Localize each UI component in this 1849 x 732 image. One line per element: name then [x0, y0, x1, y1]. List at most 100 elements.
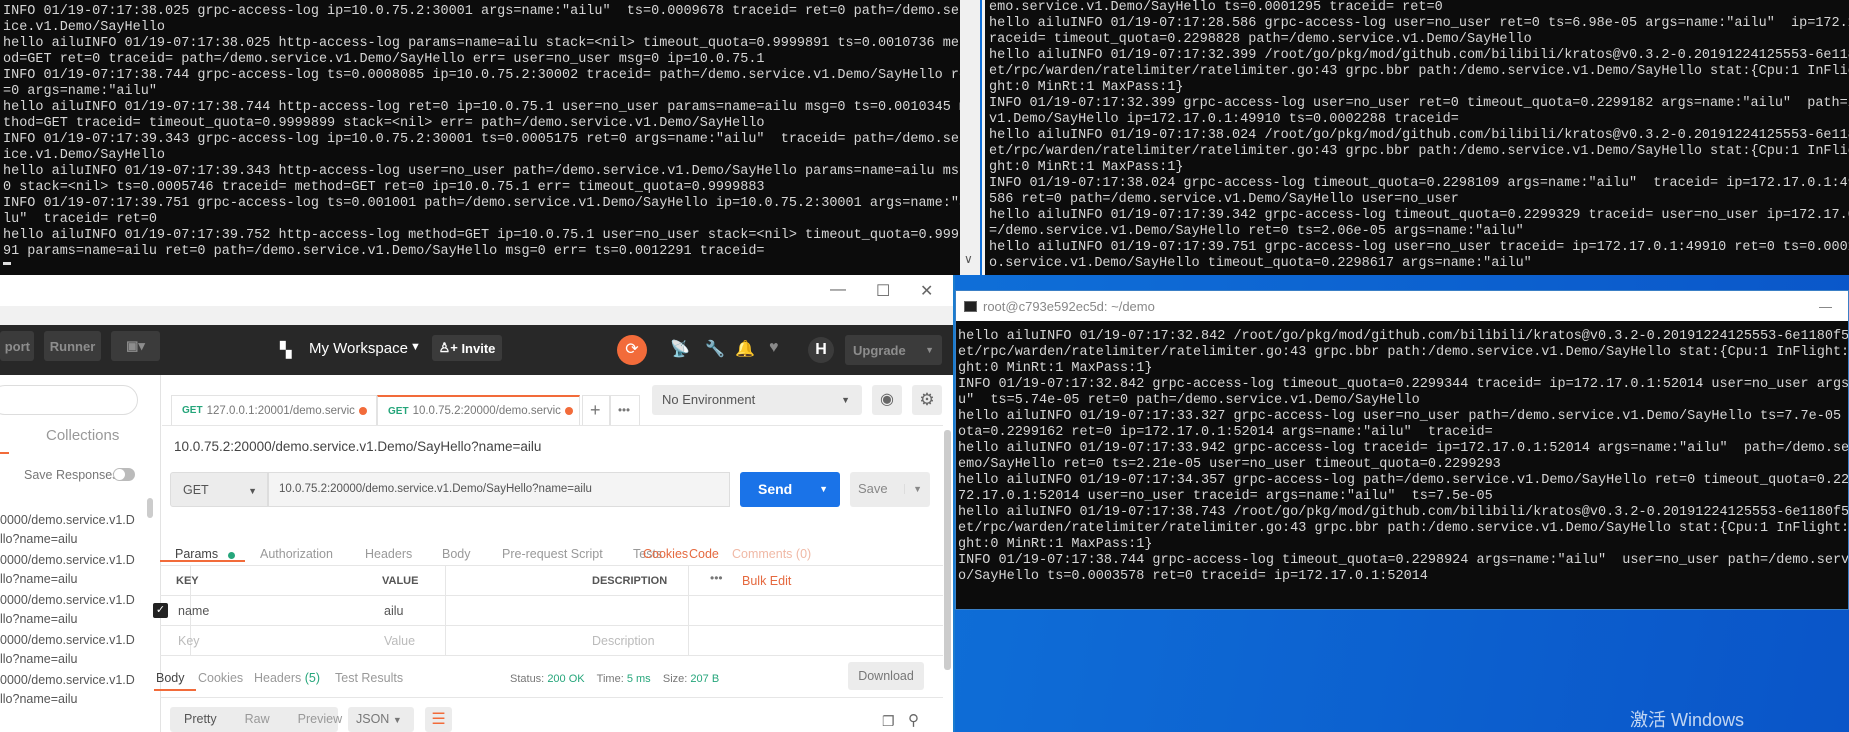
scroll-down-icon[interactable]: ∨	[964, 252, 973, 266]
terminal-line: INFO 01/19-07:17:38.025 grpc-access-log …	[3, 4, 976, 19]
bell-icon[interactable]: 🔔	[735, 339, 755, 359]
menu-bar	[0, 306, 953, 325]
save-responses-label: Save Responses	[24, 468, 119, 482]
history-item[interactable]: 0000/demo.service.v1.D llo?name=ailu	[0, 631, 135, 669]
sync-icon[interactable]: ⟳	[617, 335, 647, 365]
code-link[interactable]: Code	[689, 547, 719, 561]
format-value: JSON	[356, 712, 390, 726]
minimize-icon[interactable]: —	[1819, 299, 1832, 314]
new-button[interactable]: ▣▾	[111, 331, 160, 361]
terminal-line: v1.Demo/SayHello ip=172.17.0.1:49910 ts=…	[989, 112, 1459, 127]
new-description-input[interactable]: Description	[592, 634, 655, 648]
history-item[interactable]: 0000/demo.service.v1.D llo?name=ailu	[0, 551, 135, 589]
request-title: 10.0.75.2:20000/demo.service.v1.Demo/Say…	[174, 439, 542, 454]
copy-icon[interactable]: ❐	[882, 713, 895, 730]
terminal-scrollbar[interactable]: ∨	[960, 0, 980, 275]
param-value[interactable]: ailu	[384, 604, 403, 618]
request-tab-2[interactable]: GET 10.0.75.2:20000/demo.servic	[377, 395, 580, 425]
new-tab-button[interactable]: +	[582, 395, 610, 425]
headers-count: (5)	[304, 671, 321, 685]
chevron-down-icon: ▼	[841, 395, 850, 405]
history-item-line: 0000/demo.service.v1.D	[0, 673, 135, 687]
terminal-line: ght:0 MinRt:1 MaxPass:1}	[989, 160, 1184, 175]
resp-tab-body[interactable]: Body	[156, 671, 185, 685]
chevron-down-icon: ▼	[392, 715, 402, 725]
method-select[interactable]: GET ▼	[170, 472, 268, 507]
tab-collections[interactable]: Collections	[46, 427, 119, 444]
heart-icon[interactable]: ♥	[769, 339, 779, 357]
wrap-lines-icon[interactable]: ☰	[425, 707, 452, 732]
save-responses-toggle[interactable]	[113, 468, 135, 481]
terminal-title-bar[interactable]: root@c793e592ec5d: ~/demo —	[956, 291, 1848, 321]
history-item[interactable]: 0000/demo.service.v1.D llo?name=ailu	[0, 671, 135, 709]
avatar[interactable]: H	[808, 337, 834, 363]
import-button[interactable]: port	[0, 331, 34, 361]
search-icon[interactable]: ⚲	[908, 711, 919, 729]
history-item-line: 0000/demo.service.v1.D	[0, 633, 135, 647]
send-button[interactable]: Send ▼	[740, 472, 840, 507]
terminal-line: ght:0 MinRt:1 MaxPass:1}	[989, 80, 1184, 95]
wrench-icon[interactable]: 🔧	[705, 339, 725, 359]
cookies-link[interactable]: Cookies	[643, 547, 688, 561]
req-tab[interactable]: Headers	[365, 547, 412, 561]
status-label: Status:	[510, 673, 545, 685]
eye-icon[interactable]: ◉	[872, 385, 902, 415]
gear-icon[interactable]: ⚙	[912, 385, 942, 415]
satellite-icon[interactable]: 📡	[670, 339, 690, 359]
body-tab-underline	[154, 689, 196, 691]
terminal-line: thod=GET traceid= timeout_quota=0.999989…	[3, 116, 765, 131]
workspace-selector[interactable]: My Workspace	[309, 340, 408, 357]
resp-tab-cookies[interactable]: Cookies	[198, 671, 243, 685]
chevron-down-icon[interactable]: ▼	[410, 341, 421, 353]
req-tab[interactable]: Authorization	[260, 547, 333, 561]
upgrade-button[interactable]: Upgrade ▼	[845, 335, 942, 365]
download-button[interactable]: Download	[848, 662, 924, 690]
main-scrollbar[interactable]	[944, 430, 951, 670]
runner-button[interactable]: Runner	[44, 331, 101, 361]
minimize-button[interactable]: —	[830, 281, 846, 299]
new-window-icon: ▣▾	[126, 338, 145, 353]
req-tab[interactable]: Params	[175, 547, 218, 561]
tab-options-button[interactable]: •••	[610, 395, 640, 425]
unsaved-dot-icon	[564, 407, 573, 415]
history-item[interactable]: 0000/demo.service.v1.D llo?name=ailu	[0, 511, 135, 549]
new-value-input[interactable]: Value	[384, 634, 415, 648]
terminal-line: hello ailuINFO 01/19-07:17:38.744 http-a…	[3, 100, 976, 115]
close-button[interactable]: ✕	[920, 281, 933, 301]
history-item-line: 0000/demo.service.v1.D	[0, 553, 135, 567]
bulk-edit-link[interactable]: Bulk Edit	[742, 574, 791, 588]
view-raw[interactable]: Raw	[245, 712, 270, 727]
terminal-line: hello ailuINFO 01/19-07:17:39.751 grpc-a…	[989, 240, 1849, 255]
terminal-line: et/rpc/warden/ratelimiter/ratelimiter.go…	[989, 144, 1849, 159]
new-key-input[interactable]: Key	[178, 634, 200, 648]
maximize-button[interactable]: ☐	[876, 281, 890, 301]
terminal-line: INFO 01/19-07:17:32.842 grpc-access-log …	[958, 377, 1848, 392]
param-checkbox[interactable]: ✓	[153, 603, 168, 618]
view-pretty[interactable]: Pretty	[184, 712, 217, 727]
param-key[interactable]: name	[178, 604, 209, 618]
sidebar-scrollbar[interactable]	[147, 498, 153, 518]
req-tab[interactable]: Body	[442, 547, 471, 561]
terminal-line: emo.service.v1.Demo/SayHello ts=0.000129…	[989, 0, 1443, 15]
environment-select[interactable]: No Environment ▼	[652, 385, 862, 415]
terminal-line: INFO 01/19-07:17:39.751 grpc-access-log …	[3, 196, 976, 211]
cmd-icon	[964, 300, 977, 312]
view-preview[interactable]: Preview	[298, 712, 342, 727]
history-item[interactable]: 0000/demo.service.v1.D llo?name=ailu	[0, 591, 135, 629]
title-bar: — ☐ ✕	[0, 275, 953, 306]
terminal-line: hello ailuINFO 01/19-07:17:32.842 /root/…	[958, 329, 1848, 344]
history-search-input[interactable]	[0, 385, 138, 415]
url-input[interactable]: 10.0.75.2:20000/demo.service.v1.Demo/Say…	[268, 472, 730, 507]
format-select[interactable]: JSON ▼	[348, 707, 414, 732]
terminal-line: o/SayHello ts=0.0003578 ret=0 traceid= i…	[958, 569, 1428, 584]
more-icon[interactable]: •••	[710, 571, 723, 585]
request-panel: GET 127.0.0.1:20001/demo.servic GET 10.0.7…	[153, 375, 953, 732]
resp-tab-headers[interactable]: Headers (5)	[254, 671, 320, 685]
req-tab[interactable]: Pre-request Script	[502, 547, 603, 561]
comments-link[interactable]: Comments (0)	[732, 547, 811, 561]
invite-button[interactable]: ♙+ Invite	[432, 335, 502, 361]
request-tab-1[interactable]: GET 127.0.0.1:20001/demo.servic	[171, 395, 377, 425]
terminal-line: lu" traceid= ret=0	[3, 212, 157, 227]
save-button[interactable]: Save ▼	[850, 472, 930, 507]
resp-tab-test-results[interactable]: Test Results	[335, 671, 403, 685]
